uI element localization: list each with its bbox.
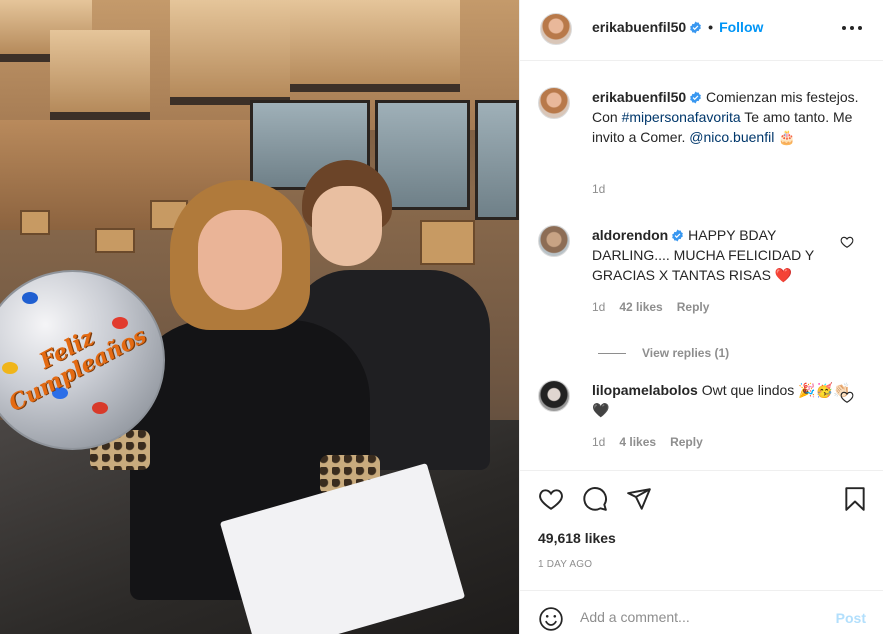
caption-hashtag[interactable]: #mipersonafavorita: [622, 109, 741, 125]
like-comment-heart-icon[interactable]: [840, 235, 854, 249]
comment-username[interactable]: aldorendon: [592, 227, 668, 243]
caption-time[interactable]: 1d: [592, 182, 605, 196]
bookmark-icon[interactable]: [842, 486, 868, 512]
post-button[interactable]: Post: [836, 610, 866, 626]
comment-likes[interactable]: 42 likes: [619, 300, 662, 314]
chair: [20, 210, 50, 235]
avatar[interactable]: [540, 13, 572, 45]
balloon-text: Feliz Cumpleaños: [4, 322, 151, 417]
instagram-post: Feliz Cumpleaños erikabuenfil50 • Follow: [0, 0, 883, 634]
follow-button[interactable]: Follow: [719, 19, 763, 35]
caption-emoji: 🎂: [778, 129, 796, 145]
verified-badge-icon: [690, 91, 702, 104]
comment-emoji: ❤️: [774, 267, 793, 283]
post-side-panel: erikabuenfil50 • Follow erikabuenfil50 C…: [519, 0, 883, 634]
comment-icon[interactable]: [582, 486, 608, 512]
add-comment-bar: Post: [520, 590, 883, 634]
comment-time[interactable]: 1d: [592, 300, 605, 314]
comment-item: lilopamelabolos Owt que lindos 🎉🥳👏🏻🖤 1d …: [538, 380, 868, 470]
smiley-icon[interactable]: [538, 606, 564, 632]
comment-likes[interactable]: 4 likes: [619, 435, 656, 449]
likes-count[interactable]: 49,618 likes: [538, 530, 616, 546]
post-photo[interactable]: Feliz Cumpleaños: [0, 0, 519, 634]
verified-badge-icon: [672, 229, 684, 242]
like-comment-heart-icon[interactable]: [840, 390, 854, 404]
caption-username[interactable]: erikabuenfil50: [592, 89, 686, 105]
header-username[interactable]: erikabuenfil50: [592, 19, 686, 35]
caption-mention[interactable]: @nico.buenfil: [689, 129, 774, 145]
more-options-icon[interactable]: [842, 18, 862, 38]
post-date[interactable]: 1 DAY AGO: [538, 559, 592, 570]
separator-dot: •: [708, 19, 714, 35]
caption-text: erikabuenfil50 Comienzan mis festejos. C…: [592, 87, 862, 147]
heart-icon[interactable]: [538, 486, 564, 512]
hood: [290, 0, 460, 92]
post-header: erikabuenfil50 • Follow: [520, 0, 883, 61]
comment-username[interactable]: lilopamelabolos: [592, 382, 698, 398]
caption-avatar[interactable]: [538, 87, 570, 119]
divider-line: [598, 352, 626, 354]
action-bar: 49,618 likes 1 DAY AGO: [520, 470, 883, 590]
comment-text: lilopamelabolos Owt que lindos 🎉🥳👏🏻🖤: [592, 380, 852, 420]
verified-badge-icon: [690, 21, 702, 33]
comment-body: Owt que lindos: [701, 382, 795, 398]
view-replies-label: View replies (1): [642, 346, 730, 360]
share-icon[interactable]: [626, 486, 652, 512]
comment-time[interactable]: 1d: [592, 435, 605, 449]
comments-list: erikabuenfil50 Comienzan mis festejos. C…: [520, 62, 883, 470]
caption: erikabuenfil50 Comienzan mis festejos. C…: [538, 87, 868, 197]
comment-reply-button[interactable]: Reply: [677, 300, 710, 314]
comment-item: aldorendon HAPPY BDAY DARLING.... MUCHA …: [538, 225, 868, 325]
comment-text: aldorendon HAPPY BDAY DARLING.... MUCHA …: [592, 225, 852, 285]
view-replies-button[interactable]: View replies (1): [598, 346, 729, 360]
hood: [50, 30, 150, 120]
hood: [170, 0, 290, 105]
comment-reply-button[interactable]: Reply: [670, 435, 703, 449]
comment-avatar[interactable]: [538, 225, 570, 257]
comment-avatar[interactable]: [538, 380, 570, 412]
comment-input[interactable]: [580, 602, 810, 632]
